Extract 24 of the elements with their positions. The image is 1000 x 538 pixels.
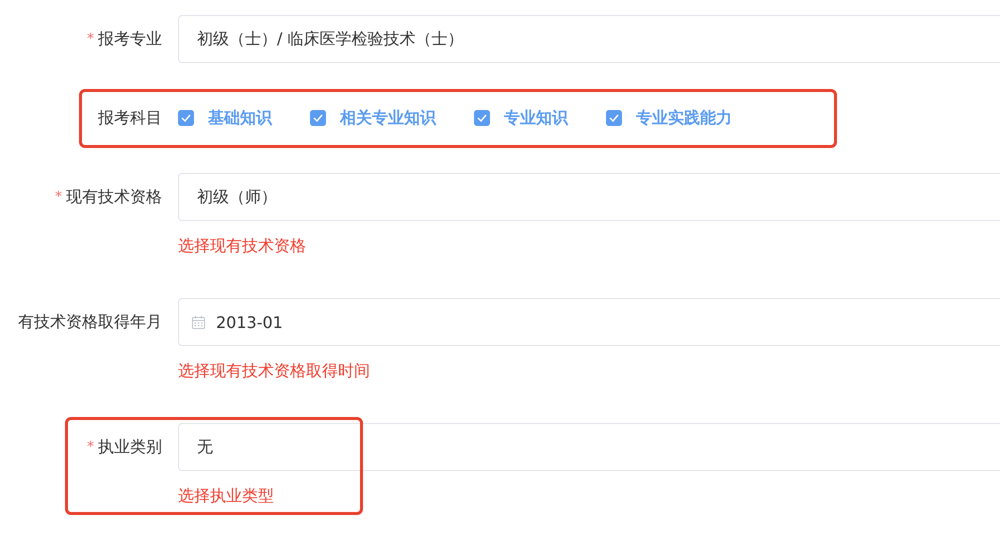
date-field[interactable]: 2013-01 xyxy=(178,298,1000,346)
select-field[interactable]: 初级（士）/ 临床医学检验技术（士） xyxy=(178,15,1000,63)
check-icon xyxy=(181,114,191,122)
select-field[interactable]: 初级（师） xyxy=(178,173,1000,221)
select-field[interactable]: 无 xyxy=(178,423,1000,471)
calendar-icon xyxy=(191,314,206,330)
check-icon xyxy=(477,114,487,122)
required-asterisk: * xyxy=(87,439,94,455)
checkbox[interactable] xyxy=(178,110,194,126)
required-asterisk: * xyxy=(55,189,62,205)
check-icon xyxy=(609,114,619,122)
required-asterisk: * xyxy=(87,31,94,47)
checkbox[interactable] xyxy=(606,110,622,126)
field-label: 报考专业 xyxy=(98,28,162,50)
field-label: 有技术资格取得年月 xyxy=(18,312,162,332)
error-message: 选择现有技术资格 xyxy=(178,235,307,257)
checkbox[interactable] xyxy=(474,110,490,126)
field-label: 现有技术资格 xyxy=(66,186,162,208)
error-message: 选择现有技术资格取得时间 xyxy=(178,360,371,382)
field-label: 执业类别 xyxy=(98,436,162,458)
field-label: 报考科目 xyxy=(98,108,162,128)
error-message: 选择执业类型 xyxy=(178,485,275,507)
check-icon xyxy=(313,114,323,122)
checkbox[interactable] xyxy=(310,110,326,126)
